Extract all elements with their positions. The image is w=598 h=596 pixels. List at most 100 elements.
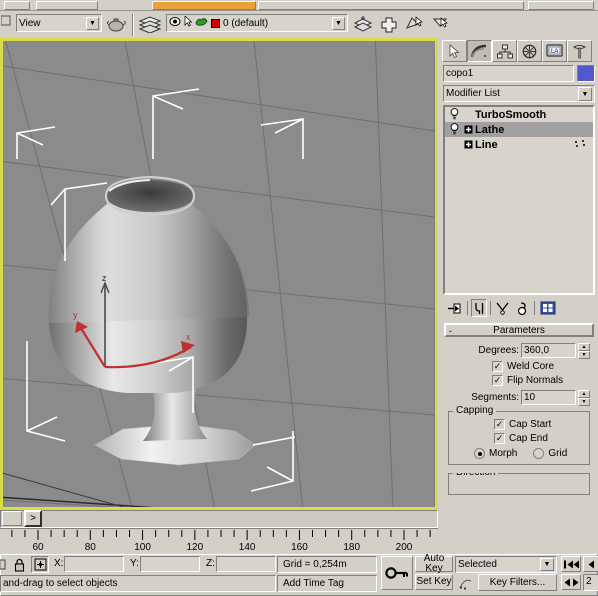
command-panel-tabs: LA bbox=[440, 38, 598, 63]
ruler-tick-label: 100 bbox=[134, 542, 151, 553]
x-coordinate-field[interactable] bbox=[64, 556, 124, 572]
z-coordinate-field[interactable] bbox=[216, 556, 276, 572]
display-tab[interactable]: LA bbox=[542, 40, 567, 62]
layer-manager-icon[interactable] bbox=[352, 15, 374, 33]
stack-item-line[interactable]: Line bbox=[445, 137, 593, 152]
plus-icon[interactable] bbox=[378, 15, 400, 33]
track-bar-ruler[interactable]: 60 80 100 120 140 160 180 200 bbox=[0, 528, 438, 554]
statusbar-partial-icon[interactable] bbox=[0, 557, 9, 572]
svg-text:z: z bbox=[102, 273, 107, 283]
cap-end-row[interactable]: ✓ Cap End bbox=[454, 433, 584, 444]
absolute-mode-icon[interactable] bbox=[31, 556, 49, 573]
toolbar-fragment-4[interactable] bbox=[528, 1, 594, 10]
modifier-list-chevron-down-icon[interactable]: ▼ bbox=[578, 87, 592, 101]
collapse-icon[interactable]: - bbox=[449, 326, 452, 337]
hierarchy-tab[interactable] bbox=[492, 40, 517, 62]
object-name-field[interactable]: copo1 bbox=[443, 65, 574, 82]
modify-tab[interactable] bbox=[467, 40, 492, 62]
flip-normals-row[interactable]: ✓ Flip Normals bbox=[448, 375, 590, 386]
toolbar-fragment-1[interactable] bbox=[4, 1, 30, 10]
show-end-result-button[interactable] bbox=[471, 299, 487, 317]
time-slider-left-block[interactable] bbox=[2, 511, 22, 526]
perspective-viewport[interactable]: z x y bbox=[0, 38, 438, 510]
reference-coord-system-combo[interactable]: View ▼ bbox=[16, 14, 102, 32]
create-tab[interactable] bbox=[442, 40, 467, 62]
svg-text:x: x bbox=[186, 332, 191, 342]
svg-text:y: y bbox=[73, 310, 78, 320]
segments-input[interactable]: 10 bbox=[521, 390, 576, 405]
direction-group: Direction bbox=[448, 473, 590, 495]
direction-label: Direction bbox=[453, 473, 499, 478]
layers-icon[interactable] bbox=[138, 15, 162, 34]
key-selection-combo[interactable]: Selected ▼ bbox=[455, 556, 557, 573]
cap-start-checkbox[interactable]: ✓ bbox=[494, 419, 505, 430]
degrees-input[interactable]: 360,0 bbox=[521, 343, 576, 358]
make-unique-button[interactable] bbox=[494, 300, 511, 316]
capping-group: Capping ✓ Cap Start ✓ Cap End Morph Grid bbox=[448, 405, 590, 465]
x-label: X: bbox=[54, 558, 64, 569]
current-frame-field[interactable]: 2 bbox=[583, 574, 598, 591]
expand-sub-object-icon[interactable] bbox=[461, 125, 475, 134]
stack-item-lathe[interactable]: Lathe bbox=[445, 122, 593, 137]
grid-radio[interactable] bbox=[533, 448, 545, 459]
prev-key-icon[interactable] bbox=[561, 574, 581, 590]
flip-normals-checkbox[interactable]: ✓ bbox=[492, 375, 503, 386]
chevron-down-icon[interactable]: ▼ bbox=[86, 17, 99, 30]
teapot-icon[interactable] bbox=[106, 15, 128, 33]
toolbar-partial-icon[interactable] bbox=[0, 14, 13, 32]
segments-spinner[interactable]: ▲ ▼ bbox=[578, 390, 590, 406]
weld-core-checkbox[interactable]: ✓ bbox=[492, 361, 503, 372]
stack-item-label: TurboSmooth bbox=[475, 108, 547, 121]
green-shape-icon bbox=[195, 16, 208, 30]
command-panel: LA copo1 Modifier List ▼ TurboSmooth Lat… bbox=[440, 38, 598, 548]
morph-radio[interactable] bbox=[474, 448, 485, 459]
auto-key-button[interactable]: Auto Key bbox=[415, 554, 453, 574]
layer-color-swatch[interactable] bbox=[211, 18, 220, 28]
object-name-row: copo1 bbox=[440, 63, 598, 82]
key-filters-button[interactable]: Key Filters... bbox=[478, 574, 557, 591]
expand-sub-object-icon[interactable] bbox=[461, 140, 475, 149]
select-objects-icon[interactable] bbox=[404, 15, 426, 33]
goto-start-icon[interactable] bbox=[561, 556, 581, 572]
y-coordinate-field[interactable] bbox=[140, 556, 200, 572]
key-anim-icon[interactable] bbox=[457, 575, 475, 591]
select-highlight-icon[interactable] bbox=[430, 15, 452, 33]
modifier-list-combo[interactable]: Modifier List ▼ bbox=[443, 85, 595, 102]
stack-item-label: Line bbox=[475, 138, 498, 151]
stack-item-turbosmooth[interactable]: TurboSmooth bbox=[445, 107, 593, 122]
layer-selector-combo[interactable]: 0 (default) ▼ bbox=[166, 14, 348, 32]
time-slider-bar[interactable]: > bbox=[0, 510, 438, 528]
cap-start-row[interactable]: ✓ Cap Start bbox=[454, 419, 584, 430]
toolbar-fragment-3[interactable] bbox=[258, 1, 524, 10]
lightbulb-icon[interactable] bbox=[448, 123, 461, 136]
modifier-stack-list[interactable]: TurboSmooth Lathe Line bbox=[443, 105, 595, 295]
lock-icon[interactable] bbox=[11, 557, 27, 573]
ruler-tick-label: 180 bbox=[343, 542, 361, 553]
parameters-rollout-header[interactable]: - Parameters bbox=[444, 323, 594, 337]
key-mode-toggle-button[interactable] bbox=[381, 556, 413, 590]
status-bar: X: Y: Z: Grid = 0,254m Add Time Tag and-… bbox=[0, 554, 598, 596]
time-slider-handle[interactable]: > bbox=[24, 510, 42, 527]
remove-modifier-button[interactable] bbox=[514, 300, 531, 316]
weld-core-row[interactable]: ✓ Weld Core bbox=[448, 361, 590, 372]
add-time-tag-button[interactable]: Add Time Tag bbox=[277, 575, 377, 592]
stack-item-label: Lathe bbox=[475, 123, 505, 136]
utilities-tab[interactable] bbox=[567, 40, 592, 62]
toolbar-fragment-highlight[interactable] bbox=[152, 1, 256, 10]
key-selection-chevron-down-icon[interactable]: ▼ bbox=[540, 558, 554, 571]
viewport-canvas[interactable]: z x y bbox=[3, 41, 435, 507]
cap-end-checkbox[interactable]: ✓ bbox=[494, 433, 505, 444]
lightbulb-icon[interactable] bbox=[448, 108, 461, 121]
layer-chevron-down-icon[interactable]: ▼ bbox=[332, 17, 345, 30]
set-key-button[interactable]: Set Key bbox=[415, 574, 453, 590]
toolbar-fragment-2[interactable] bbox=[36, 1, 98, 10]
motion-tab[interactable] bbox=[517, 40, 542, 62]
configure-sets-button[interactable] bbox=[538, 300, 558, 316]
degrees-label: Degrees: bbox=[478, 345, 519, 356]
cursor-icon bbox=[184, 15, 193, 30]
degrees-spinner[interactable]: ▲ ▼ bbox=[578, 343, 590, 359]
prev-frame-icon[interactable] bbox=[583, 556, 598, 572]
object-color-swatch[interactable] bbox=[577, 65, 595, 82]
pin-stack-button[interactable] bbox=[446, 300, 464, 316]
ruler-tick-label: 80 bbox=[84, 542, 96, 553]
